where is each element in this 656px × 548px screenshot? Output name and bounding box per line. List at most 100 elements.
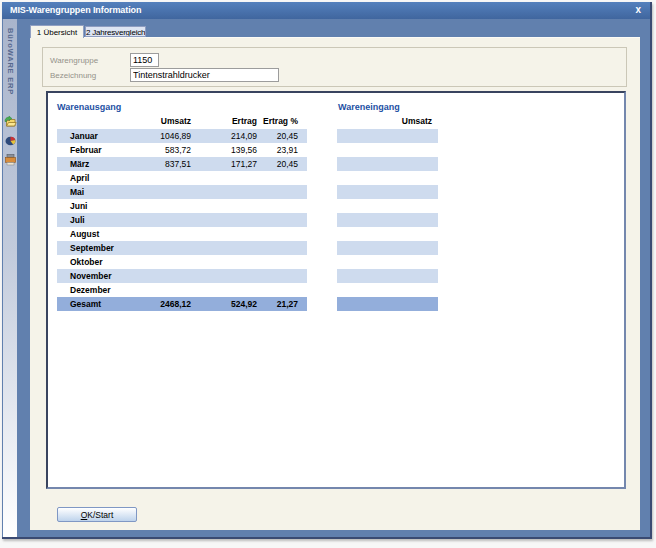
printer-icon[interactable] — [4, 152, 17, 170]
table-row[interactable]: Juli — [57, 213, 307, 227]
table-cell-ertrag: 524,92 — [191, 297, 257, 311]
close-icon[interactable]: x — [635, 4, 641, 15]
table-row[interactable]: Februar583,72139,5623,91 — [57, 143, 307, 157]
sidebar-brand: BüroWARE ERP — [6, 28, 15, 95]
wareneingang-table: Umsatz — [337, 115, 438, 311]
table-row[interactable] — [337, 269, 438, 283]
table-cell-ertrag_prozent — [257, 241, 298, 255]
table-cell-umsatz — [137, 185, 191, 199]
table-row[interactable] — [337, 199, 438, 213]
table-cell-umsatz — [137, 199, 191, 213]
table-cell-ertrag_prozent: 21,27 — [257, 297, 298, 311]
table-cell-ertrag — [191, 171, 257, 185]
bezeichnung-label: Bezeichnung — [50, 71, 96, 80]
table-cell-month: März — [57, 157, 137, 171]
table-row[interactable]: September — [57, 241, 307, 255]
table-cell-ertrag_prozent: 23,91 — [257, 143, 298, 157]
bezeichnung-input[interactable] — [130, 68, 279, 82]
column-header: Ertrag % — [257, 115, 298, 129]
open-folder-icon[interactable] — [4, 114, 17, 132]
tab-jahresvergleich[interactable]: 2 Jahresvergleich — [85, 26, 146, 37]
table-cell-ertrag_prozent — [257, 185, 298, 199]
ok-start-button[interactable]: OK/Start — [57, 507, 137, 522]
warenausgang-table: Umsatz Ertrag Ertrag % Januar1046,89214,… — [57, 115, 307, 311]
table-cell-umsatz — [137, 255, 191, 269]
table-row[interactable]: November — [57, 269, 307, 283]
table-cell-umsatz — [137, 213, 191, 227]
table-cell-umsatz — [337, 185, 432, 199]
table-row[interactable]: Mai — [57, 185, 307, 199]
table-cell-umsatz — [337, 227, 432, 241]
table-cell-umsatz — [137, 227, 191, 241]
column-header: Umsatz — [337, 115, 432, 129]
table-cell-umsatz — [337, 213, 432, 227]
table-row[interactable]: Januar1046,89214,0920,45 — [57, 129, 307, 143]
table-cell-ertrag — [191, 227, 257, 241]
table-cell-umsatz — [137, 269, 191, 283]
table-cell-ertrag_prozent — [257, 255, 298, 269]
data-panel: Warenausgang Wareneingang Umsatz Ertrag … — [46, 91, 626, 489]
table-cell-ertrag_prozent — [257, 199, 298, 213]
table-cell-ertrag_prozent — [257, 227, 298, 241]
sidebar: BüroWARE ERP — [3, 19, 17, 537]
table-row[interactable] — [337, 129, 438, 143]
table-cell-month: April — [57, 171, 137, 185]
table-cell-month: Januar — [57, 129, 137, 143]
table-row[interactable]: Oktober — [57, 255, 307, 269]
table-cell-ertrag: 139,56 — [191, 143, 257, 157]
tab-panel: Warengruppe Bezeichnung Warenausgang War… — [30, 37, 640, 530]
window: MIS-Warengruppen Information x BüroWARE … — [2, 2, 652, 539]
table-cell-month: Oktober — [57, 255, 137, 269]
table-cell-month: Juni — [57, 199, 137, 213]
warenausgang-rows: Januar1046,89214,0920,45Februar583,72139… — [57, 129, 307, 311]
tab-uebersicht[interactable]: 1 Übersicht — [30, 25, 84, 38]
table-cell-ertrag_prozent — [257, 213, 298, 227]
table-cell-umsatz: 1046,89 — [137, 129, 191, 143]
table-row[interactable] — [337, 283, 438, 297]
table-row[interactable]: März837,51171,2720,45 — [57, 157, 307, 171]
table-row[interactable]: Gesamt2468,12524,9221,27 — [57, 297, 307, 311]
pie-chart-icon[interactable] — [4, 133, 17, 151]
table-cell-umsatz — [137, 283, 191, 297]
table-cell-umsatz — [337, 255, 432, 269]
table-cell-umsatz — [337, 171, 432, 185]
table-row[interactable] — [337, 171, 438, 185]
table-row[interactable] — [337, 241, 438, 255]
table-cell-ertrag — [191, 185, 257, 199]
table-cell-ertrag_prozent: 20,45 — [257, 157, 298, 171]
table-cell-ertrag — [191, 213, 257, 227]
table-cell-month: Juli — [57, 213, 137, 227]
table-cell-month: Gesamt — [57, 297, 137, 311]
table-cell-umsatz — [337, 297, 432, 311]
table-row[interactable] — [337, 227, 438, 241]
table-cell-ertrag — [191, 269, 257, 283]
table-row[interactable] — [337, 185, 438, 199]
table-cell-month: August — [57, 227, 137, 241]
column-header — [57, 115, 137, 129]
table-cell-ertrag: 214,09 — [191, 129, 257, 143]
table-cell-umsatz — [137, 171, 191, 185]
table-row[interactable] — [337, 157, 438, 171]
wareneingang-rows — [337, 129, 438, 311]
table-cell-umsatz: 2468,12 — [137, 297, 191, 311]
warengruppe-label: Warengruppe — [50, 56, 98, 65]
wareneingang-header-row: Umsatz — [337, 115, 438, 129]
table-row[interactable] — [337, 143, 438, 157]
table-row[interactable]: August — [57, 227, 307, 241]
window-title: MIS-Warengruppen Information — [10, 5, 141, 15]
table-cell-umsatz: 583,72 — [137, 143, 191, 157]
table-row[interactable] — [337, 213, 438, 227]
table-cell-ertrag_prozent — [257, 269, 298, 283]
table-cell-month: September — [57, 241, 137, 255]
table-row[interactable]: April — [57, 171, 307, 185]
table-row[interactable]: Juni — [57, 199, 307, 213]
table-cell-umsatz — [337, 241, 432, 255]
table-cell-ertrag_prozent — [257, 283, 298, 297]
sidebar-icons — [3, 114, 17, 170]
table-row[interactable] — [337, 255, 438, 269]
table-row[interactable]: Dezember — [57, 283, 307, 297]
table-cell-month: Dezember — [57, 283, 137, 297]
table-cell-umsatz — [137, 241, 191, 255]
table-row[interactable] — [337, 297, 438, 311]
warengruppe-input[interactable] — [130, 53, 159, 67]
